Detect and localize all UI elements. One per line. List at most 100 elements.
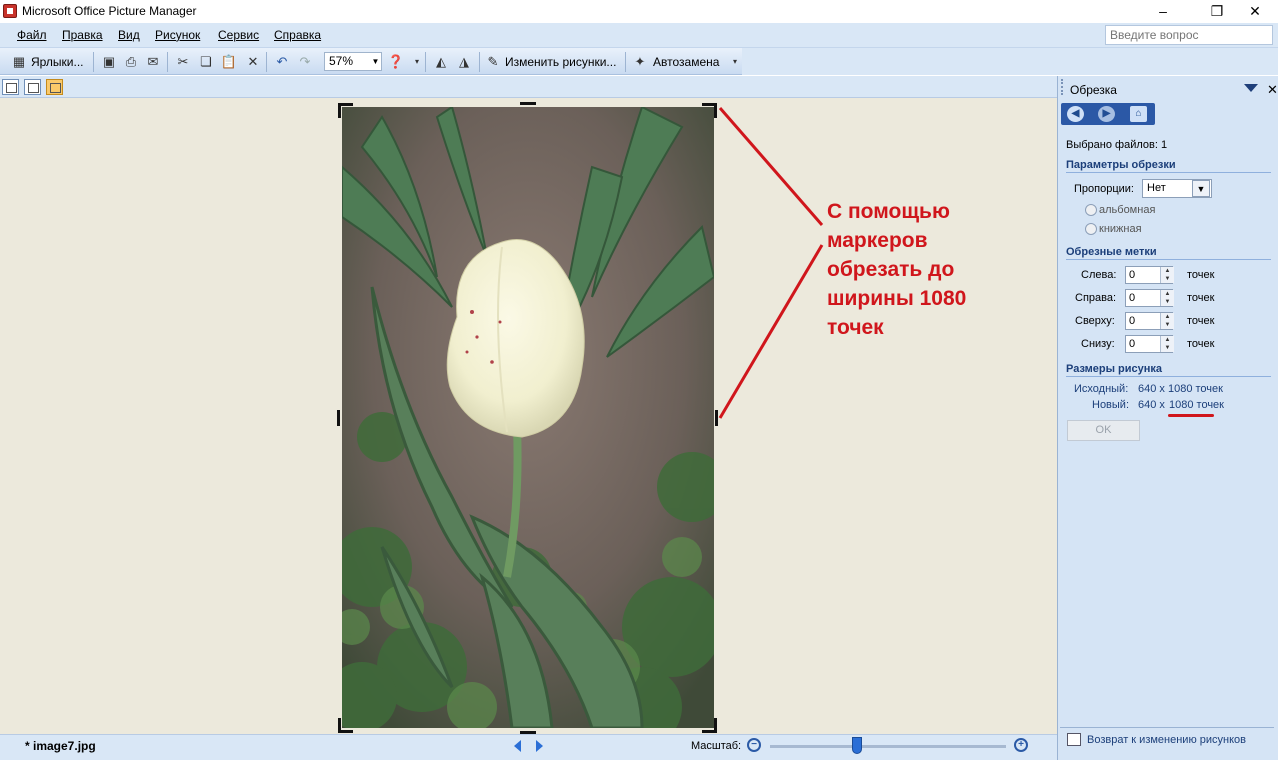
annotation-line: обрезать до	[827, 258, 955, 281]
crop-right-stepper[interactable]: ▲ ▼	[1160, 290, 1174, 306]
app-icon	[3, 4, 17, 18]
crop-bottom-label: Снизу:	[1081, 338, 1115, 350]
crop-top-label: Сверху:	[1075, 315, 1115, 327]
cut-icon[interactable]: ✂	[174, 53, 192, 71]
toolbar-separator	[479, 52, 480, 72]
rotate-left-icon[interactable]: ◭	[432, 53, 450, 71]
minimize-button[interactable]: –	[1140, 0, 1186, 23]
chevron-down-icon[interactable]: ▼	[1192, 180, 1210, 197]
annotation-line: маркеров	[827, 229, 928, 252]
zoom-scale-label: Масштаб:	[691, 740, 742, 752]
pane-close-icon[interactable]: ✕	[1267, 82, 1278, 98]
crop-right-label: Справа:	[1075, 292, 1117, 304]
toolbar-separator	[167, 52, 168, 72]
section-divider	[1066, 172, 1271, 173]
annotation-line: точек	[827, 316, 884, 339]
window-title: Microsoft Office Picture Manager	[22, 4, 197, 18]
close-button[interactable]: ✕	[1232, 0, 1278, 23]
forward-icon[interactable]: ▶	[1098, 106, 1115, 122]
file-name: * image7.jpg	[25, 739, 96, 753]
landscape-radio[interactable]	[1085, 204, 1097, 216]
pane-menu-icon[interactable]	[1244, 84, 1258, 92]
proportions-label: Пропорции:	[1074, 183, 1134, 195]
rotate-right-icon[interactable]: ◮	[455, 53, 473, 71]
thumbnail-view-icon[interactable]	[2, 79, 19, 95]
crop-top-unit: точек	[1187, 315, 1215, 327]
chevron-down-icon[interactable]: ▼	[370, 53, 381, 70]
edit-pictures-icon[interactable]	[1067, 733, 1081, 746]
view-bar	[0, 76, 1057, 98]
crop-params-heading: Параметры обрезки	[1066, 159, 1176, 171]
filmstrip-view-icon[interactable]	[24, 79, 41, 95]
crop-bottom-stepper[interactable]: ▲ ▼	[1160, 336, 1174, 352]
shortcuts-button[interactable]: Ярлыки...	[31, 55, 84, 69]
email-icon[interactable]: ✉	[144, 53, 162, 71]
menu-view[interactable]: Вид	[118, 28, 140, 42]
section-divider	[1066, 376, 1271, 377]
shortcuts-icon[interactable]: ▦	[10, 53, 28, 71]
original-size-label: Исходный:	[1074, 383, 1129, 395]
toolbar-options-icon[interactable]: ▾	[726, 53, 744, 71]
crop-handle-bottom-right[interactable]	[714, 718, 717, 733]
tulip-photo	[342, 107, 714, 728]
pane-title: Обрезка	[1070, 83, 1117, 97]
print-icon[interactable]: ⎙	[122, 53, 140, 71]
redo-icon[interactable]: ↷	[296, 53, 314, 71]
home-icon[interactable]: ⌂	[1130, 106, 1147, 122]
section-divider	[1060, 727, 1274, 728]
menu-tools[interactable]: Сервис	[218, 28, 259, 42]
ok-button[interactable]: OK	[1067, 420, 1140, 441]
toolbar-separator	[93, 52, 94, 72]
delete-icon[interactable]: ✕	[244, 53, 262, 71]
selected-files-count: Выбрано файлов: 1	[1066, 139, 1168, 151]
previous-picture-icon[interactable]	[514, 740, 521, 752]
crop-handle-top-left[interactable]	[338, 103, 341, 118]
pane-grip[interactable]	[1061, 79, 1063, 95]
return-to-edit-link[interactable]: Возврат к изменению рисунков	[1087, 734, 1246, 746]
toolbar-options-icon[interactable]: ▾	[408, 53, 426, 71]
crop-marks-heading: Обрезные метки	[1066, 246, 1157, 258]
paste-icon[interactable]: 📋	[220, 53, 238, 71]
toolbar-separator	[425, 52, 426, 72]
crop-handle-left[interactable]	[337, 410, 340, 426]
toolbar-background	[742, 48, 1278, 75]
zoom-slider-track[interactable]	[770, 745, 1006, 748]
landscape-label: альбомная	[1099, 204, 1156, 216]
autocorrect-button[interactable]: Автозамена	[653, 55, 719, 69]
zoom-slider-thumb[interactable]	[852, 737, 863, 754]
crop-handle-bottom-left[interactable]	[338, 718, 341, 733]
menu-picture[interactable]: Рисунок	[155, 28, 200, 42]
next-picture-icon[interactable]	[536, 740, 543, 752]
menu-edit[interactable]: Правка	[62, 28, 103, 42]
portrait-radio[interactable]	[1085, 223, 1097, 235]
new-size-label: Новый:	[1092, 399, 1130, 411]
crop-top-stepper[interactable]: ▲ ▼	[1160, 313, 1174, 329]
crop-left-unit: точек	[1187, 269, 1215, 281]
zoom-in-icon[interactable]: +	[1014, 738, 1028, 752]
toolbar-separator	[625, 52, 626, 72]
menu-help[interactable]: Справка	[274, 28, 321, 42]
new-size-value: 640 x	[1138, 399, 1165, 411]
edit-pictures-button[interactable]: Изменить рисунки...	[505, 55, 616, 69]
copy-icon[interactable]: ❏	[197, 53, 215, 71]
save-icon[interactable]: ▣	[100, 53, 118, 71]
back-icon[interactable]: ◀	[1067, 106, 1084, 122]
annotation-line: ширины 1080	[827, 287, 967, 310]
single-picture-view-icon[interactable]	[46, 79, 63, 95]
annotation-text: С помощью маркеров обрезать до ширины 10…	[827, 197, 1027, 342]
help-search-input[interactable]	[1105, 25, 1273, 45]
red-underline	[1168, 414, 1214, 417]
annotation-arrows	[718, 107, 824, 419]
crop-left-stepper[interactable]: ▲ ▼	[1160, 267, 1174, 283]
undo-icon[interactable]: ↶	[273, 53, 291, 71]
menu-file[interactable]: Файл	[17, 28, 47, 42]
help-icon[interactable]: ❓	[387, 53, 405, 71]
edit-pictures-icon[interactable]: ✎	[484, 53, 502, 71]
zoom-out-icon[interactable]: −	[747, 738, 761, 752]
autocorrect-icon[interactable]: ✦	[631, 53, 649, 71]
crop-left-label: Слева:	[1081, 269, 1117, 281]
picture-size-heading: Размеры рисунка	[1066, 363, 1163, 375]
annotation-line: С помощью	[827, 200, 950, 223]
crop-handle-top[interactable]	[520, 102, 536, 105]
toolbar-separator	[266, 52, 267, 72]
